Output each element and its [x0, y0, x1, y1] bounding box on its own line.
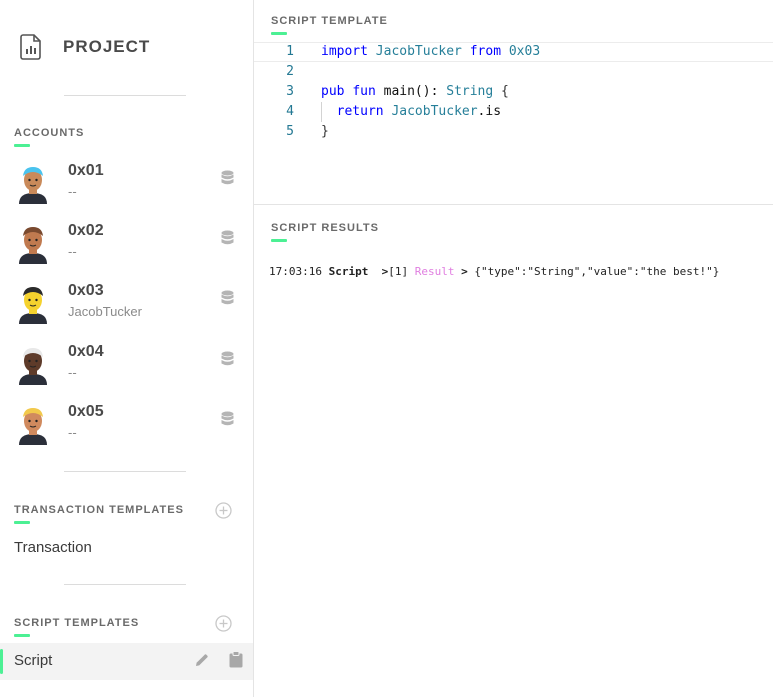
code-line[interactable]: 3 pub fun main(): String {: [254, 82, 773, 102]
account-row[interactable]: 0x03 JacobTucker: [0, 282, 254, 342]
avatar-white-hair: [16, 345, 50, 385]
divider: [64, 471, 186, 472]
line-number: 1: [286, 44, 294, 59]
line-text: import JacobTucker from 0x03: [321, 44, 541, 59]
script-results-label: SCRIPT RESULTS: [271, 222, 379, 242]
result-kind: Result: [414, 265, 455, 278]
avatar-blonde-glasses: [16, 405, 50, 445]
account-name: --: [68, 244, 77, 259]
result-time: 17:03:16: [269, 265, 322, 278]
line-text: return JacobTucker.is: [336, 104, 502, 119]
result-entry: 17:03:16 Script >[1] Result > {"type":"S…: [269, 265, 720, 278]
accounts-section-label: ACCOUNTS: [14, 127, 84, 147]
avatar-yellow-eyepatch: [16, 284, 50, 324]
divider: [64, 95, 186, 96]
script-template-label: SCRIPT TEMPLATE: [271, 15, 388, 35]
document-chart-icon: [20, 34, 41, 60]
project-header[interactable]: PROJECT: [20, 34, 150, 60]
account-name: --: [68, 184, 77, 199]
sidebar: PROJECT ACCOUNTS 0x01 -- 0x02 -- 0x03 JacobTu…: [0, 0, 254, 697]
account-name: JacobTucker: [68, 304, 142, 319]
account-row[interactable]: 0x05 --: [0, 403, 254, 463]
line-number: 5: [286, 124, 294, 139]
database-icon[interactable]: [221, 230, 234, 246]
script-editor-panel: SCRIPT TEMPLATE 1 import JacobTucker from…: [254, 0, 773, 205]
pencil-icon[interactable]: [194, 652, 210, 668]
project-title: PROJECT: [63, 37, 151, 56]
line-number: 2: [286, 64, 294, 79]
script-template-item-active[interactable]: Script: [0, 643, 253, 680]
account-address: 0x05: [68, 403, 104, 420]
line-number: 4: [286, 104, 294, 119]
account-address: 0x02: [68, 222, 104, 239]
account-row[interactable]: 0x04 --: [0, 343, 254, 403]
account-address: 0x01: [68, 162, 104, 179]
account-row[interactable]: 0x01 --: [0, 162, 254, 222]
avatar-bald: [16, 224, 50, 264]
script-results-panel: SCRIPT RESULTS 17:03:16 Script >[1] Resu…: [254, 206, 773, 697]
account-address: 0x03: [68, 282, 104, 299]
clipboard-icon[interactable]: [229, 651, 243, 668]
script-templates-label: SCRIPT TEMPLATES: [14, 617, 139, 637]
code-line[interactable]: 4 return JacobTucker.is: [254, 102, 773, 122]
code-line[interactable]: 1 import JacobTucker from 0x03: [254, 42, 773, 62]
account-name: --: [68, 425, 77, 440]
divider: [64, 584, 186, 585]
script-template-label: Script: [14, 652, 53, 669]
account-address: 0x04: [68, 343, 104, 360]
active-indicator: [0, 649, 3, 674]
account-name: --: [68, 365, 77, 380]
result-index: [1]: [388, 265, 409, 278]
code-line[interactable]: 2: [254, 62, 773, 82]
add-script-template-icon[interactable]: [215, 615, 232, 632]
line-number: 3: [286, 84, 294, 99]
database-icon[interactable]: [221, 351, 234, 367]
database-icon[interactable]: [221, 170, 234, 186]
transaction-template-item[interactable]: Transaction: [14, 539, 92, 556]
transaction-templates-label: TRANSACTION TEMPLATES: [14, 504, 184, 524]
result-value: {"type":"String","value":"the best!"}: [474, 265, 720, 278]
result-source: Script: [328, 265, 369, 278]
code-editor[interactable]: 1 import JacobTucker from 0x03 2 3 pub fun m…: [254, 42, 773, 142]
code-line[interactable]: 5}: [254, 122, 773, 142]
account-row[interactable]: 0x02 --: [0, 222, 254, 282]
database-icon[interactable]: [221, 411, 234, 427]
line-text: }: [321, 124, 329, 139]
database-icon[interactable]: [221, 290, 234, 306]
line-text: pub fun main(): String {: [321, 84, 509, 99]
add-transaction-template-icon[interactable]: [215, 502, 232, 519]
avatar-blue-cap: [16, 164, 50, 204]
